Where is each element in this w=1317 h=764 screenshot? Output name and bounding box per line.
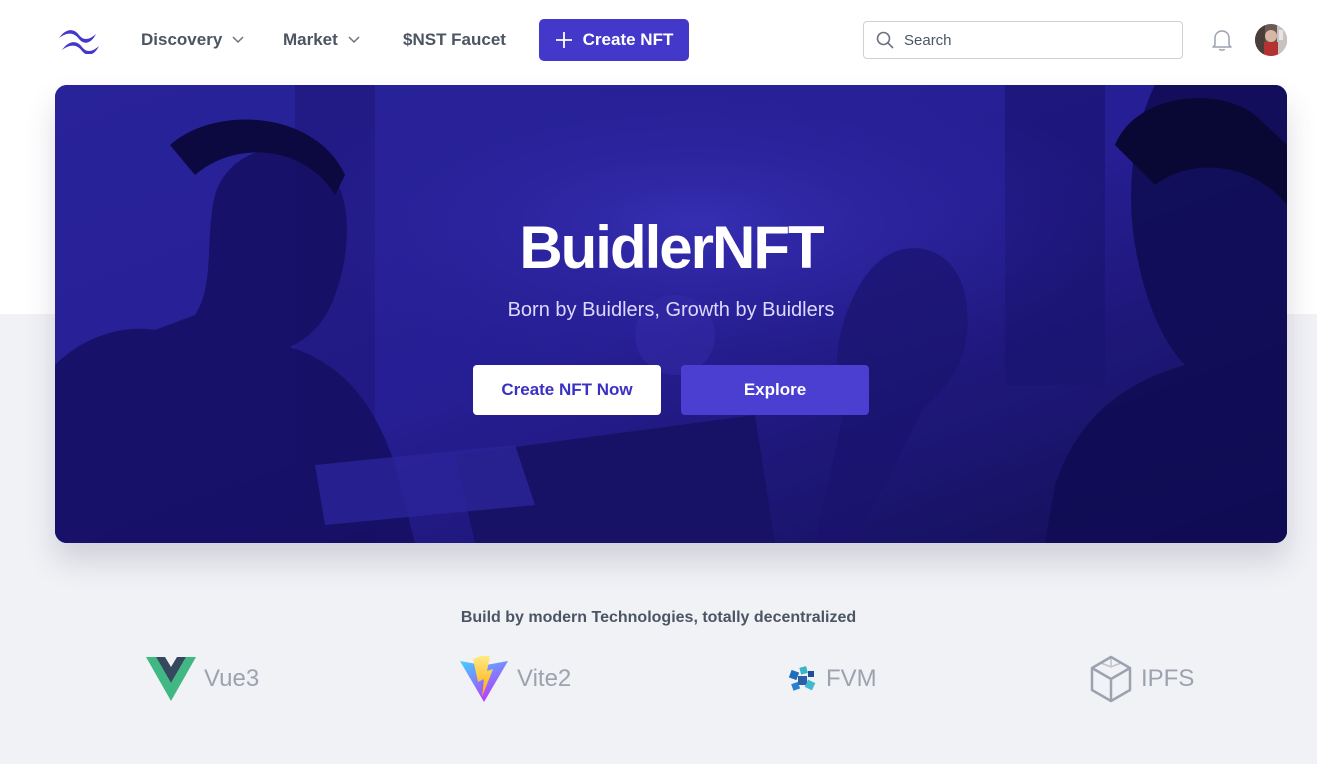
- tech-section-title: Build by modern Technologies, totally de…: [460, 609, 857, 626]
- vue-logo-icon: [146, 657, 196, 701]
- hero-banner: BuidlerNFT Born by Buidlers, Growth by B…: [55, 85, 1287, 543]
- tech-item-fvm-label: FVM: [826, 665, 877, 692]
- explore-button[interactable]: Explore: [681, 365, 869, 415]
- fvm-logo-icon: [788, 666, 816, 691]
- hero-subtitle: Born by Buidlers, Growth by Buidlers: [507, 299, 835, 321]
- tech-item-vue: Vue3: [146, 655, 259, 703]
- top-navigation: Discovery Market $NST Faucet Create NFT: [0, 0, 1317, 80]
- create-nft-now-button[interactable]: Create NFT Now: [473, 365, 661, 415]
- tech-item-vue-label: Vue3: [204, 665, 260, 692]
- create-nft-button[interactable]: Create NFT: [539, 19, 689, 61]
- vite-logo-icon: [460, 656, 508, 702]
- chevron-down-icon: [232, 36, 244, 44]
- tech-item-vite-label: Vite2: [517, 665, 572, 692]
- nav-discovery-label: Discovery: [141, 30, 223, 49]
- user-avatar-image: [1255, 24, 1287, 56]
- tech-item-vite: Vite2: [459, 655, 571, 703]
- search-icon: [876, 31, 894, 49]
- search-input[interactable]: [904, 31, 1164, 49]
- nav-market[interactable]: Market: [283, 28, 360, 52]
- tailwind-wave-logo[interactable]: [56, 26, 102, 54]
- bell-icon[interactable]: [1211, 28, 1233, 52]
- avatar[interactable]: [1255, 24, 1287, 56]
- ipfs-cube-icon: [1090, 655, 1132, 703]
- hero-title: BuidlerNFT: [519, 214, 824, 281]
- tech-item-fvm: FVM: [786, 655, 877, 703]
- nav-market-label: Market: [283, 30, 338, 49]
- nav-discovery[interactable]: Discovery: [141, 28, 244, 52]
- create-nft-label: Create NFT: [582, 30, 674, 49]
- search-box: [863, 21, 1183, 59]
- chevron-down-icon: [348, 36, 360, 44]
- nav-nst-faucet[interactable]: $NST Faucet: [403, 28, 506, 52]
- nav-nst-faucet-label: $NST Faucet: [403, 30, 506, 49]
- plus-icon: [555, 32, 572, 48]
- tech-item-ipfs: IPFS: [1089, 655, 1194, 703]
- tech-item-ipfs-label: IPFS: [1141, 665, 1195, 692]
